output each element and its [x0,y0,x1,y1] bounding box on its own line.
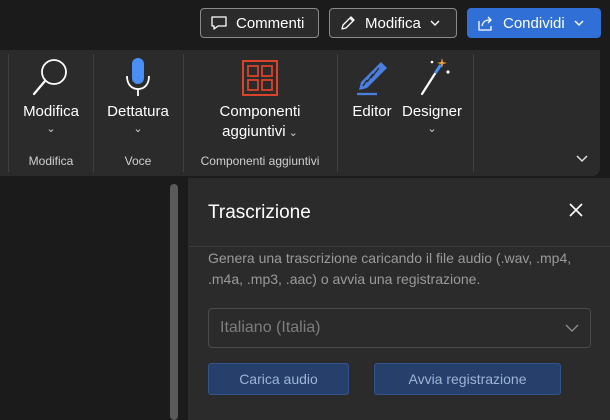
chevron-down-icon: ⌄ [46,123,56,135]
pane-divider [188,246,610,247]
pane-title: Trascrizione [208,202,311,223]
modifica-button-label: Modifica [23,103,79,120]
pencil-icon [341,16,355,30]
start-recording-button[interactable]: Avvia registrazione [374,363,561,395]
designer-button-label: Designer [401,103,463,120]
ribbon-separator [473,54,474,172]
edit-mode-button[interactable]: Modifica [329,8,457,38]
designer-button[interactable]: Designer ⌄ [400,56,464,136]
addins-grid-icon [242,60,278,96]
ribbon-group-componenti: Componenti aggiuntivi ⌄ Componenti aggiu… [184,50,336,176]
chevron-down-icon: ⌄ [133,123,143,135]
editor-button[interactable]: Editor [344,56,400,122]
microphone-icon [126,58,150,96]
group-label-componenti: Componenti aggiuntivi [200,154,320,168]
share-button[interactable]: Condividi [467,8,601,38]
chevron-down-icon [574,20,584,26]
componenti-label-line1: Componenti [219,103,301,120]
title-bar: Commenti Modifica Condividi [0,0,610,48]
search-icon [32,59,67,96]
chevron-down-icon: ⌄ [285,127,298,139]
upload-audio-label: Carica audio [239,371,318,387]
language-select-value: Italiano (Italia) [220,319,321,336]
document-scrollbar[interactable] [170,184,178,420]
group-label-modifica: Modifica [28,154,74,168]
share-label: Condividi [503,14,565,32]
start-recording-label: Avvia registrazione [408,371,527,387]
chevron-down-icon [565,324,579,332]
edit-mode-label: Modifica [365,14,421,32]
comments-button[interactable]: Commenti [200,8,319,38]
group-label-voce: Voce [124,154,152,168]
ribbon-expand-icon[interactable] [574,150,590,166]
ribbon-group-modifica: Modifica ⌄ Modifica [9,50,93,176]
transcription-pane: Trascrizione Genera una trascrizione car… [188,178,610,420]
document-canvas[interactable] [0,178,170,420]
componenti-aggiuntivi-button[interactable]: Componenti aggiuntivi ⌄ [184,56,336,143]
dettatura-button[interactable]: Dettatura ⌄ [94,56,182,136]
comment-icon [211,16,227,30]
editor-button-label: Editor [352,103,392,120]
designer-wand-icon [420,58,450,96]
pane-description: Genera una trascrizione caricando il fil… [208,250,572,287]
componenti-label-line2: aggiuntivi [222,123,286,140]
comments-label: Commenti [236,14,305,32]
language-select[interactable]: Italiano (Italia) [208,308,591,348]
chevron-down-icon: ⌄ [427,123,437,135]
dettatura-button-label: Dettatura [107,103,169,120]
ribbon-group-editor-designer: Editor Designer ⌄ [338,50,472,176]
componenti-label-line2-row: aggiuntivi ⌄ [222,122,298,143]
share-icon [478,16,492,31]
upload-audio-button[interactable]: Carica audio [208,363,349,395]
ribbon-group-voce: Dettatura ⌄ Voce [94,50,182,176]
close-icon[interactable] [568,202,584,218]
chevron-down-icon [430,20,440,26]
modifica-ribbon-button[interactable]: Modifica ⌄ [9,56,93,136]
ribbon: Modifica ⌄ Modifica Dettatura ⌄ Voce Com… [0,50,600,176]
editor-pen-icon [357,62,387,96]
